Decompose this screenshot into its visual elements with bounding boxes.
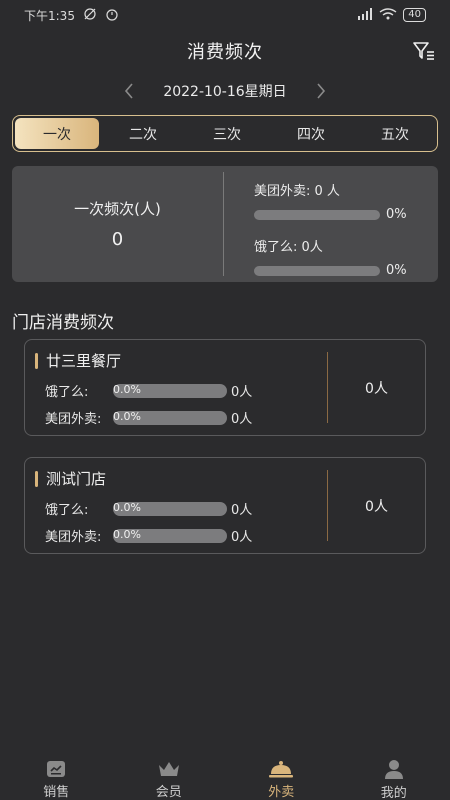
crown-icon — [157, 758, 181, 779]
eleme-progress-bar: 0.0% — [113, 382, 227, 398]
user-icon — [383, 758, 405, 780]
meituan-percent: 0.0% — [113, 409, 141, 423]
status-time: 下午1:35 — [24, 8, 75, 23]
meituan-count: 0人 — [231, 412, 253, 427]
nav-sales-label: 销售 — [43, 785, 70, 800]
store-name: 测试门店 — [46, 470, 107, 488]
nav-takeout-label: 外卖 — [268, 785, 295, 800]
eleme-summary-label: 饿了么: 0人 — [254, 240, 323, 255]
date-navigator: 2022-10-16星期日 — [0, 78, 450, 104]
meituan-label: 美团外卖: — [45, 412, 102, 427]
battery-indicator: 40 — [403, 8, 426, 22]
page-title: 消费频次 — [187, 42, 263, 63]
wifi-icon — [379, 7, 397, 23]
store-card[interactable]: 测试门店 饿了么: 0.0% 0人 美团外卖: 0.0% 0人 0人 — [24, 457, 426, 554]
accent-mark — [35, 352, 38, 369]
eleme-count: 0人 — [231, 503, 253, 518]
meituan-count: 0人 — [231, 530, 253, 545]
eleme-percent: 0.0% — [113, 382, 141, 396]
sales-icon — [45, 758, 67, 779]
filter-icon[interactable] — [412, 40, 436, 62]
nav-sales[interactable]: 销售 — [0, 752, 113, 800]
meituan-label: 美团外卖: — [45, 530, 102, 545]
nav-members-label: 会员 — [155, 785, 182, 800]
summary-total: 一次频次(人) 0 — [12, 172, 224, 276]
meituan-percent: 0.0% — [113, 527, 141, 541]
current-date: 2022-10-16星期日 — [163, 84, 287, 100]
summary-breakdown: 美团外卖: 0 人 0% 饿了么: 0人 0% — [224, 166, 438, 282]
tab-five-times[interactable]: 五次 — [353, 116, 437, 151]
nav-profile-label: 我的 — [380, 786, 407, 800]
nav-takeout[interactable]: 外卖 — [225, 752, 338, 800]
meituan-progress-bar: 0.0% — [113, 409, 227, 425]
section-title: 门店消费频次 — [12, 313, 114, 333]
chevron-right-icon[interactable] — [313, 81, 329, 101]
signal-icon — [357, 7, 373, 23]
sync-off-icon — [83, 7, 97, 24]
accent-mark — [35, 470, 38, 487]
summary-total-value: 0 — [111, 229, 124, 250]
meituan-percent: 0% — [386, 207, 407, 222]
frequency-tabs: 一次 二次 三次 四次 五次 — [12, 115, 438, 152]
alarm-icon — [105, 7, 119, 24]
meituan-progress-bar: 0.0% — [113, 527, 227, 543]
meituan-summary-label: 美团外卖: 0 人 — [254, 184, 340, 199]
summary-total-label: 一次频次(人) — [74, 200, 161, 218]
tab-four-times[interactable]: 四次 — [269, 116, 353, 151]
nav-members[interactable]: 会员 — [113, 752, 226, 800]
summary-card: 一次频次(人) 0 美团外卖: 0 人 0% 饿了么: 0人 0% — [12, 166, 438, 282]
eleme-percent: 0.0% — [113, 500, 141, 514]
store-total: 0人 — [365, 380, 388, 397]
store-card[interactable]: 廿三里餐厅 饿了么: 0.0% 0人 美团外卖: 0.0% 0人 0人 — [24, 339, 426, 436]
food-cover-icon — [268, 758, 294, 779]
chevron-left-icon[interactable] — [121, 81, 137, 101]
eleme-count: 0人 — [231, 385, 253, 400]
store-name: 廿三里餐厅 — [46, 352, 122, 370]
nav-profile[interactable]: 我的 — [338, 752, 450, 800]
store-total: 0人 — [365, 498, 388, 515]
tab-twice[interactable]: 二次 — [101, 116, 185, 151]
eleme-label: 饿了么: — [45, 385, 89, 400]
meituan-progress-bar — [254, 209, 380, 220]
eleme-progress-bar — [254, 265, 380, 276]
bottom-nav: 销售 会员 外卖 我的 — [0, 752, 450, 800]
tab-once[interactable]: 一次 — [15, 118, 99, 149]
eleme-progress-bar: 0.0% — [113, 500, 227, 516]
eleme-percent: 0% — [386, 263, 407, 278]
tab-three-times[interactable]: 三次 — [185, 116, 269, 151]
status-bar: 下午1:35 40 — [0, 0, 450, 30]
app-header: 消费频次 — [0, 30, 450, 72]
eleme-label: 饿了么: — [45, 503, 89, 518]
